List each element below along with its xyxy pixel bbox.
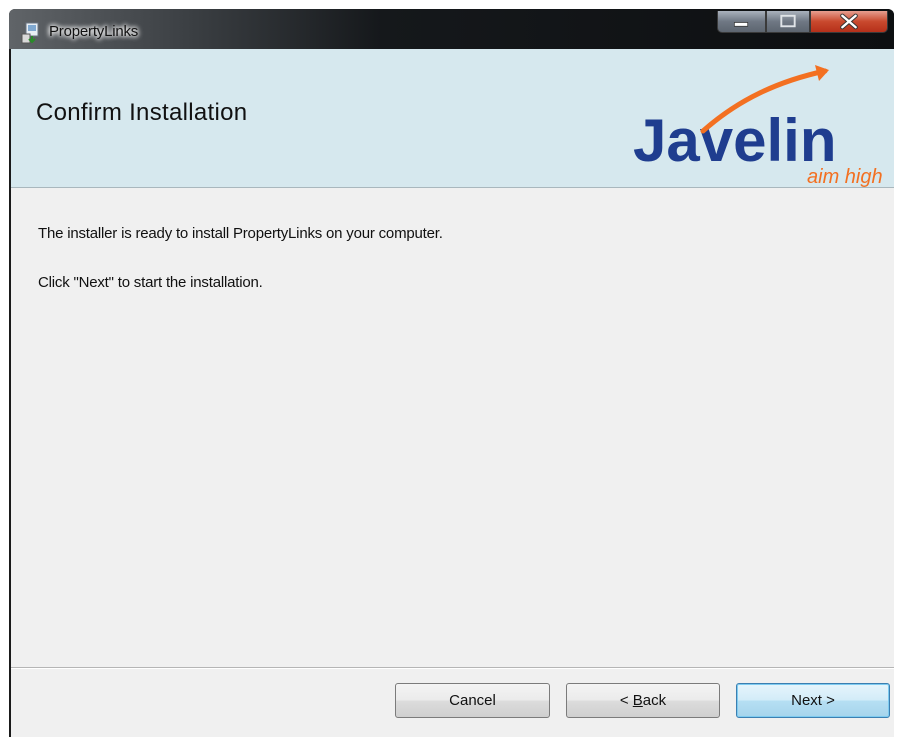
cancel-button-label: Cancel <box>449 692 496 709</box>
minimize-icon <box>733 22 749 27</box>
installer-window: PropertyLinks Confirm Installation Javel… <box>9 9 894 737</box>
next-button-label: Next > <box>791 692 835 709</box>
maximize-icon <box>780 14 796 28</box>
close-button[interactable] <box>810 11 888 33</box>
logo-tagline: aim high <box>807 166 883 187</box>
close-icon <box>840 13 858 30</box>
back-button-prefix: < <box>619 692 633 709</box>
back-button-mnemonic: B <box>632 692 643 709</box>
ready-message: The installer is ready to install Proper… <box>38 225 443 242</box>
dialog-client-area: Confirm Installation Javelin aim high Th… <box>9 49 894 737</box>
logo-brand-text: Javelin <box>633 107 836 174</box>
next-button[interactable]: Next > <box>736 683 890 718</box>
back-button[interactable]: < Back <box>566 683 720 718</box>
title-bar[interactable]: PropertyLinks <box>9 9 894 49</box>
instruction-message: Click "Next" to start the installation. <box>38 274 263 291</box>
installer-app-icon <box>21 22 39 44</box>
maximize-button[interactable] <box>766 11 810 33</box>
javelin-logo: Javelin aim high <box>633 65 883 187</box>
page-title: Confirm Installation <box>36 99 248 126</box>
window-title: PropertyLinks <box>49 23 139 40</box>
header-banner: Confirm Installation Javelin aim high <box>11 49 894 188</box>
cancel-button[interactable]: Cancel <box>395 683 550 718</box>
back-button-rest: ack <box>642 692 667 709</box>
minimize-button[interactable] <box>717 11 766 33</box>
footer-separator <box>11 667 894 669</box>
